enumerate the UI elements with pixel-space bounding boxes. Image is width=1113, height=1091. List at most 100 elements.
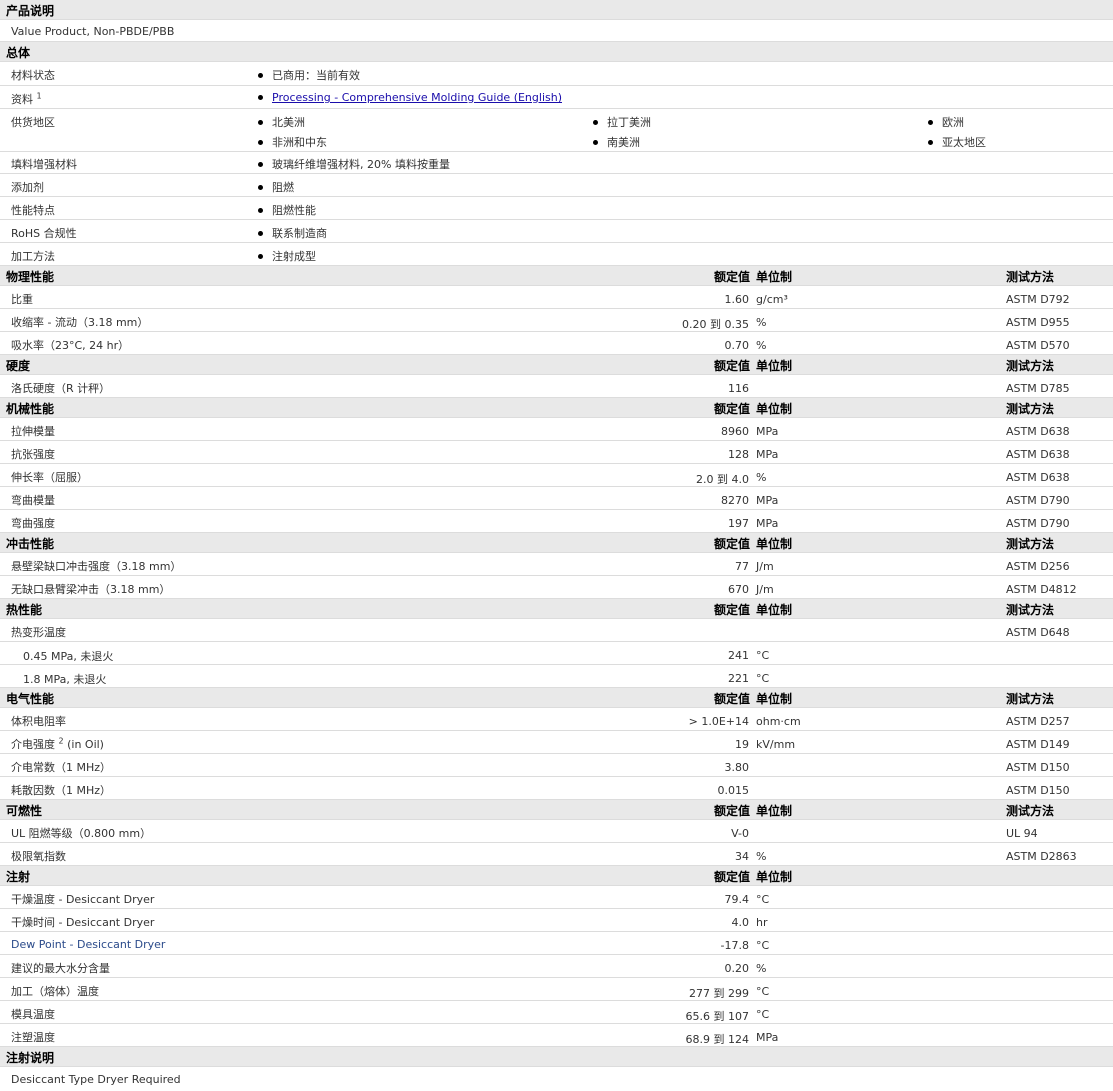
property-label: 弯曲强度 <box>11 517 55 530</box>
property-label: 注塑温度 <box>11 1031 55 1044</box>
property-row: 注塑温度 68.9 到 124 MPa <box>0 1024 1113 1047</box>
test-method: ASTM D638 <box>1006 448 1070 461</box>
property-value: 8960 <box>721 425 749 438</box>
property-row: 洛氏硬度（R 计秤） 116 ASTM D785 <box>0 375 1113 398</box>
bullet-item: Processing - Comprehensive Molding Guide… <box>258 91 562 104</box>
section-title: 硬度 <box>6 359 31 373</box>
property-row: 极限氧指数 34 % ASTM D2863 <box>0 843 1113 866</box>
property-value: 1.60 <box>724 293 750 306</box>
property-value: 19 <box>735 738 749 751</box>
processing-guide-link[interactable]: Processing - Comprehensive Molding Guide… <box>272 91 562 104</box>
property-unit: J/m <box>756 560 774 573</box>
property-row: 无缺口悬臂梁冲击（3.18 mm） 670 J/m ASTM D4812 <box>0 576 1113 599</box>
bullet-icon <box>258 119 263 125</box>
property-unit: °C <box>756 649 770 662</box>
property-label: 1.8 MPa, 未退火 <box>23 673 107 686</box>
test-method: ASTM D150 <box>1006 784 1070 797</box>
section-header-injection: 注射 额定值 单位制 <box>0 866 1113 886</box>
notes-row: Desiccant Type Dryer Required <box>0 1067 1113 1091</box>
section-title: 电气性能 <box>6 692 55 706</box>
section-header-flammability: 可燃性 额定值 单位制 测试方法 <box>0 800 1113 820</box>
property-unit: ohm·cm <box>756 715 801 728</box>
section-header-physical: 物理性能 额定值 单位制 测试方法 <box>0 266 1113 286</box>
test-method: ASTM D638 <box>1006 425 1070 438</box>
property-row: 干燥温度 - Desiccant Dryer 79.4 °C <box>0 886 1113 909</box>
notes-text: Desiccant Type Dryer Required <box>11 1073 181 1086</box>
property-label: 干燥温度 - Desiccant Dryer <box>11 893 155 906</box>
property-label: 热变形温度 <box>11 626 66 639</box>
property-label: 比重 <box>11 293 33 306</box>
column-header-test: 测试方法 <box>1006 804 1055 818</box>
section-title: 注射 <box>6 870 31 884</box>
region-item: 北美洲 <box>258 114 305 130</box>
column-header-unit: 单位制 <box>756 402 793 416</box>
test-method: ASTM D570 <box>1006 339 1070 352</box>
test-method: ASTM D792 <box>1006 293 1070 306</box>
property-value: 670 <box>728 583 749 596</box>
property-row: 建议的最大水分含量 0.20 % <box>0 955 1113 978</box>
section-header-impact: 冲击性能 额定值 单位制 测试方法 <box>0 533 1113 553</box>
test-method: ASTM D256 <box>1006 560 1070 573</box>
region-item: 拉丁美洲 <box>593 114 651 130</box>
property-row: 弯曲模量 8270 MPa ASTM D790 <box>0 487 1113 510</box>
property-unit: MPa <box>756 517 779 530</box>
property-value: 4.0 <box>731 916 750 929</box>
property-unit: hr <box>756 916 768 929</box>
property-label: 干燥时间 - Desiccant Dryer <box>11 916 155 929</box>
description-text: Value Product, Non-PBDE/PBB <box>11 25 175 38</box>
property-row: 体积电阻率 > 1.0E+14 ohm·cm ASTM D257 <box>0 708 1113 731</box>
property-label: 体积电阻率 <box>11 715 66 728</box>
row-label: 性能特点 <box>11 204 55 217</box>
general-row-filler: 填料增强材料 玻璃纤维增强材料, 20% 填料按重量 <box>0 152 1113 174</box>
row-label: 供货地区 <box>11 116 55 129</box>
property-row: 伸长率（屈服） 2.0 到 4.0 % ASTM D638 <box>0 464 1113 487</box>
column-header-value: 额定值 <box>713 537 750 551</box>
property-unit: % <box>756 339 767 352</box>
section-title: 总体 <box>6 46 31 60</box>
property-value: 221 <box>728 672 749 685</box>
column-header-unit: 单位制 <box>756 359 793 373</box>
property-value: 277 到 299 <box>689 987 749 1000</box>
general-row-features: 性能特点 阻燃性能 <box>0 197 1113 220</box>
description-row: Value Product, Non-PBDE/PBB <box>0 20 1113 42</box>
test-method: ASTM D149 <box>1006 738 1070 751</box>
bullet-item: 注射成型 <box>258 248 316 264</box>
property-subrow: 0.45 MPa, 未退火 241 °C <box>0 642 1113 665</box>
column-header-test: 测试方法 <box>1006 402 1055 416</box>
bullet-icon <box>258 161 263 167</box>
column-header-value: 额定值 <box>713 692 750 706</box>
bullet-icon <box>258 184 263 190</box>
property-row: 介电常数（1 MHz） 3.80 ASTM D150 <box>0 754 1113 777</box>
column-header-unit: 单位制 <box>756 804 793 818</box>
bullet-icon <box>593 119 598 125</box>
property-value: 34 <box>735 850 749 863</box>
property-unit: kV/mm <box>756 738 796 751</box>
bullet-icon <box>928 139 933 145</box>
test-method: ASTM D257 <box>1006 715 1070 728</box>
property-row: UL 阻燃等级（0.800 mm） V-0 UL 94 <box>0 820 1113 843</box>
test-method: ASTM D150 <box>1006 761 1070 774</box>
column-header-value: 额定值 <box>713 603 750 617</box>
property-label: 洛氏硬度（R 计秤） <box>11 382 111 395</box>
property-row: 耗散因数（1 MHz） 0.015 ASTM D150 <box>0 777 1113 800</box>
row-label: 资料 1 <box>11 91 42 106</box>
property-label: 无缺口悬臂梁冲击（3.18 mm） <box>11 583 171 596</box>
property-value: > 1.0E+14 <box>688 715 749 728</box>
property-label: 耗散因数（1 MHz） <box>11 784 112 797</box>
property-label: 收缩率 - 流动（3.18 mm） <box>11 316 149 329</box>
property-unit: J/m <box>756 583 774 596</box>
bullet-icon <box>593 139 598 145</box>
bullet-icon <box>258 72 263 78</box>
property-row: 悬壁梁缺口冲击强度（3.18 mm） 77 J/m ASTM D256 <box>0 553 1113 576</box>
property-row: 模具温度 65.6 到 107 °C <box>0 1001 1113 1024</box>
property-value: 8270 <box>721 494 749 507</box>
test-method: ASTM D790 <box>1006 494 1070 507</box>
column-header-value: 额定值 <box>713 270 750 284</box>
section-title: 产品说明 <box>6 4 55 18</box>
property-value: 0.20 到 0.35 <box>682 318 749 331</box>
property-unit: MPa <box>756 494 779 507</box>
property-unit: °C <box>756 672 770 685</box>
property-row: 收缩率 - 流动（3.18 mm） 0.20 到 0.35 % ASTM D95… <box>0 309 1113 332</box>
section-title: 热性能 <box>6 603 43 617</box>
test-method: ASTM D638 <box>1006 471 1070 484</box>
